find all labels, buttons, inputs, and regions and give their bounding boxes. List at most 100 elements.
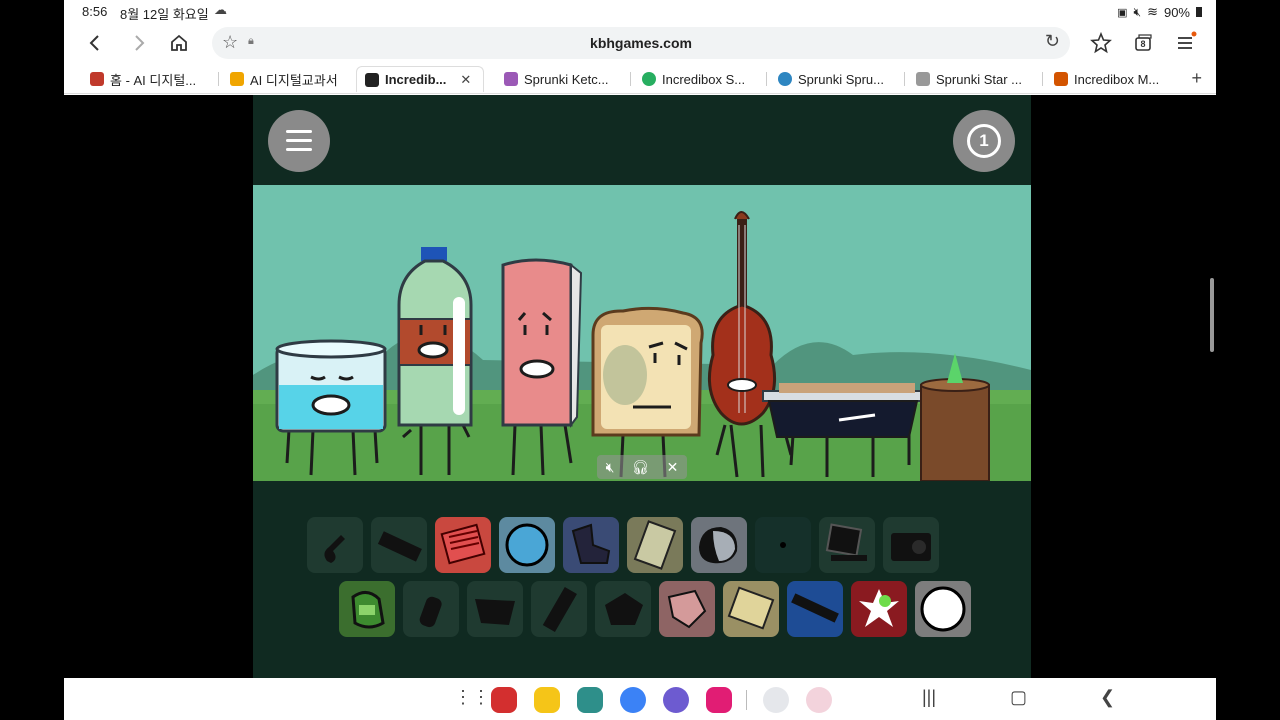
palette-bucket-icon[interactable]: [467, 581, 523, 637]
tab-label: 홈 - AI 디지털...: [110, 72, 197, 88]
reload-icon[interactable]: ↻: [1045, 31, 1060, 52]
tab-divider: [630, 72, 631, 86]
tab-divider: [218, 72, 219, 86]
wifi-icon: ≋: [1147, 4, 1158, 19]
tab-divider: [766, 72, 767, 86]
app-messages-icon[interactable]: [620, 687, 646, 713]
timer-value: 1: [967, 124, 1001, 158]
palette-rock-icon[interactable]: [691, 517, 747, 573]
battery-icon: [1196, 7, 1202, 17]
status-date: 8월 12일 화요일: [120, 7, 209, 22]
tab-favicon: [365, 72, 379, 87]
new-tab-icon[interactable]: +: [1191, 68, 1202, 89]
status-time: 8:56: [82, 4, 108, 19]
menu-icon[interactable]: [1172, 30, 1198, 56]
web-page: 1 🔇︎ 🎧︎ ✕: [64, 95, 1216, 678]
palette-red-spark-icon[interactable]: [851, 581, 907, 637]
back-nav-icon[interactable]: ❮: [1100, 687, 1115, 708]
tab-label: Incredibox M...: [1074, 71, 1160, 87]
mute-character-icon[interactable]: 🔇︎: [606, 459, 615, 476]
app-recent-2-icon[interactable]: [806, 687, 832, 713]
tab-favicon: [778, 72, 792, 86]
palette-calculator-icon[interactable]: [627, 517, 683, 573]
palette-remote-icon[interactable]: [371, 517, 427, 573]
game-area: 1 🔇︎ 🎧︎ ✕: [253, 95, 1031, 678]
battery-saver-icon: ▣: [1117, 6, 1128, 19]
sound-palette: [253, 515, 1031, 645]
url-text: kbhgames.com: [590, 35, 692, 51]
timer-button[interactable]: 1: [953, 110, 1015, 172]
home-icon[interactable]: [166, 30, 192, 56]
game-scene: 🔇︎ 🎧︎ ✕: [253, 185, 1031, 481]
taskbar-divider: [746, 690, 747, 710]
tab-1[interactable]: AI 디지털교과서: [230, 66, 338, 92]
browser-toolbar: ☆ 🔒︎ kbhgames.com ↻ 8: [64, 24, 1216, 62]
remove-character-icon[interactable]: ✕: [667, 459, 679, 476]
character-controls: 🔇︎ 🎧︎ ✕: [597, 455, 687, 479]
tab-4[interactable]: Incredibox S...: [642, 66, 745, 92]
palette-red-grill-icon[interactable]: [435, 517, 491, 573]
scene-illustration: [253, 185, 1031, 481]
mute-icon: 🔇︎: [1133, 4, 1142, 19]
tab-favicon: [1054, 72, 1068, 86]
palette-bottle-icon[interactable]: [403, 581, 459, 637]
palette-stick-icon[interactable]: [531, 581, 587, 637]
tab-0[interactable]: 홈 - AI 디지털...: [90, 66, 196, 92]
android-taskbar: ⋮⋮ ||| ▢ ❮: [64, 678, 1216, 720]
palette-paper-icon[interactable]: [723, 581, 779, 637]
tab-2[interactable]: Incredib... ✕: [356, 66, 484, 92]
tablet-screen: 8:56 8월 12일 화요일 ☁ ▣ 🔇︎ ≋ 90% ☆ 🔒︎ kbhgam…: [64, 0, 1216, 720]
back-icon[interactable]: [82, 30, 108, 56]
tab-label: Sprunki Spru...: [798, 71, 884, 87]
tab-label: Sprunki Star ...: [936, 71, 1022, 87]
palette-white-ball-icon[interactable]: [915, 581, 971, 637]
page-scrollbar[interactable]: [1210, 278, 1214, 352]
tabs-count: 8: [1140, 39, 1146, 49]
home-nav-icon[interactable]: ▢: [1010, 687, 1027, 708]
tab-7[interactable]: Incredibox M...: [1054, 66, 1159, 92]
palette-blue-ball-icon[interactable]: [499, 517, 555, 573]
palette-cube-icon[interactable]: [595, 581, 651, 637]
paper-roll-character[interactable]: [501, 258, 583, 476]
tab-6[interactable]: Sprunki Star ...: [916, 66, 1022, 92]
forward-icon[interactable]: [126, 30, 152, 56]
tab-5[interactable]: Sprunki Spru...: [778, 66, 884, 92]
palette-radio-icon[interactable]: [883, 517, 939, 573]
palette-violin-icon[interactable]: [307, 517, 363, 573]
palette-blue-stick-icon[interactable]: [787, 581, 843, 637]
cloud-icon: ☁: [214, 2, 227, 17]
tab-3[interactable]: Sprunki Ketc...: [504, 66, 609, 92]
palette-laptop-icon[interactable]: [819, 517, 875, 573]
tab-favicon: [230, 72, 244, 86]
status-bar: 8:56 8월 12일 화요일 ☁ ▣ 🔇︎ ≋ 90%: [64, 0, 1216, 24]
apps-grid-icon[interactable]: ⋮⋮: [454, 687, 490, 708]
app-browser-icon[interactable]: [663, 687, 689, 713]
status-right: ▣ 🔇︎ ≋ 90%: [1117, 4, 1202, 20]
tab-favicon: [504, 72, 518, 86]
tabs-icon[interactable]: 8: [1130, 30, 1156, 56]
close-icon[interactable]: ✕: [460, 72, 471, 88]
tab-favicon: [642, 72, 656, 86]
palette-pink-shape-icon[interactable]: [659, 581, 715, 637]
game-menu-button[interactable]: [268, 110, 330, 172]
tab-divider: [904, 72, 905, 86]
palette-blue-chair-icon[interactable]: [563, 517, 619, 573]
solo-headphones-icon[interactable]: 🎧︎: [632, 459, 650, 476]
tab-label: AI 디지털교과서: [250, 72, 338, 88]
app-flipboard-icon[interactable]: [491, 687, 517, 713]
palette-green-bag-icon[interactable]: [339, 581, 395, 637]
tab-label: Sprunki Ketc...: [524, 71, 609, 87]
favorites-icon[interactable]: [1088, 30, 1114, 56]
app-notes-icon[interactable]: [534, 687, 560, 713]
tab-label: Incredib...: [385, 72, 447, 87]
tab-favicon: [90, 72, 104, 86]
tab-favicon: [916, 72, 930, 86]
recents-icon[interactable]: |||: [922, 687, 936, 708]
app-calendar-icon[interactable]: [577, 687, 603, 713]
app-recent-1-icon[interactable]: [763, 687, 789, 713]
palette-dot-icon[interactable]: [755, 517, 811, 573]
tab-divider: [1042, 72, 1043, 86]
tab-label: Incredibox S...: [662, 71, 746, 87]
address-bar[interactable]: ☆ 🔒︎ kbhgames.com ↻: [212, 27, 1070, 59]
app-camera-icon[interactable]: [706, 687, 732, 713]
